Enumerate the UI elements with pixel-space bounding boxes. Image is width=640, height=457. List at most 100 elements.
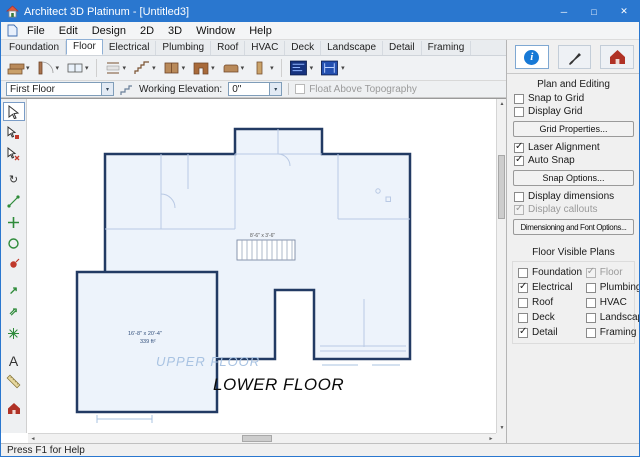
menu-bar: File Edit Design 2D 3D Window Help bbox=[1, 22, 639, 40]
tab-roof[interactable]: Roof bbox=[211, 41, 245, 55]
fireplace-tool-button[interactable]: ▾ bbox=[189, 58, 218, 79]
door-tool-button[interactable]: ▾ bbox=[34, 58, 63, 79]
ellipse-tool-button[interactable] bbox=[3, 234, 25, 253]
dropdown-arrow-icon[interactable]: ▾ bbox=[182, 64, 186, 72]
rotate-tool-button[interactable]: ↻ bbox=[3, 171, 25, 190]
snap-to-grid-checkbox[interactable]: Snap to Grid bbox=[507, 92, 640, 105]
laser-alignment-checkbox[interactable]: Laser Alignment bbox=[507, 141, 640, 154]
select-object-tool-button[interactable] bbox=[3, 123, 25, 142]
panel-mode-buttons: i bbox=[507, 40, 640, 73]
title-bar: Architect 3D Platinum - [Untitled3] ─ □ … bbox=[1, 1, 639, 22]
scroll-down-button[interactable]: ▼ bbox=[497, 423, 507, 433]
move-tool-button[interactable]: ↗ bbox=[3, 282, 25, 301]
view-3d-mode-button[interactable] bbox=[600, 45, 634, 69]
floor-selector-combobox[interactable]: First Floor ▾ bbox=[6, 82, 114, 96]
window-tool-button[interactable]: ▾ bbox=[63, 58, 92, 79]
menu-item-window[interactable]: Window bbox=[189, 22, 242, 39]
tab-floor[interactable]: Floor bbox=[66, 39, 103, 55]
furniture-tool-button[interactable]: ▾ bbox=[219, 58, 248, 79]
grid-properties-button[interactable]: Grid Properties... bbox=[513, 121, 634, 137]
horizontal-scrollbar-thumb[interactable] bbox=[242, 435, 272, 442]
flooring-tool-button[interactable]: ▾ bbox=[4, 58, 33, 79]
menu-item-design[interactable]: Design bbox=[85, 22, 133, 39]
stair-tool-button[interactable]: ▾ bbox=[130, 58, 159, 79]
plan-checkbox-landscape[interactable]: Landscape bbox=[581, 311, 634, 324]
door-icon bbox=[37, 60, 55, 76]
menu-item-edit[interactable]: Edit bbox=[52, 22, 85, 39]
resize-tool-button[interactable]: ⇗ bbox=[3, 303, 25, 322]
dropdown-arrow-icon[interactable]: ▾ bbox=[26, 64, 30, 72]
combo-dropdown-icon[interactable]: ▾ bbox=[269, 83, 281, 95]
dropdown-arrow-icon[interactable]: ▾ bbox=[241, 64, 245, 72]
floor-plan-preview-button[interactable]: ▾ bbox=[317, 58, 348, 79]
plan-checkbox-plumbing[interactable]: Plumbing bbox=[581, 281, 634, 294]
remove-point-tool-button[interactable] bbox=[3, 255, 25, 274]
menu-item-help[interactable]: Help bbox=[242, 22, 279, 39]
materials-mode-button[interactable] bbox=[558, 45, 592, 69]
dropdown-arrow-icon[interactable]: ▾ bbox=[56, 64, 60, 72]
display-grid-checkbox[interactable]: Display Grid bbox=[507, 105, 640, 118]
plan-canvas[interactable]: 8'-6" x 3'-6" 16'-8" x 20'-4" 339 ft² UP… bbox=[28, 99, 496, 433]
plant-icon bbox=[7, 327, 20, 340]
tab-electrical[interactable]: Electrical bbox=[103, 41, 157, 55]
plan-checkbox-hvac[interactable]: HVAC bbox=[581, 296, 634, 309]
float-above-topography-label: Float Above Topography bbox=[309, 84, 417, 95]
tab-foundation[interactable]: Foundation bbox=[3, 41, 66, 55]
minimize-button[interactable]: ─ bbox=[549, 1, 579, 22]
scroll-right-button[interactable]: ► bbox=[486, 434, 496, 444]
circle-icon bbox=[7, 237, 20, 250]
scroll-left-button[interactable]: ◄ bbox=[28, 434, 38, 444]
landscape-tool-button[interactable] bbox=[3, 324, 25, 343]
select-tool-button[interactable] bbox=[3, 102, 25, 121]
auto-snap-checkbox[interactable]: Auto Snap bbox=[507, 154, 640, 167]
dropdown-arrow-icon[interactable]: ▾ bbox=[211, 64, 215, 72]
info-mode-button[interactable]: i bbox=[515, 45, 549, 69]
menu-item-2d[interactable]: 2D bbox=[133, 22, 161, 39]
snap-options-button[interactable]: Snap Options... bbox=[513, 170, 634, 186]
add-point-tool-button[interactable] bbox=[3, 213, 25, 232]
vertical-scrollbar-thumb[interactable] bbox=[498, 155, 505, 219]
dropdown-arrow-icon[interactable]: ▾ bbox=[270, 64, 274, 72]
menu-item-3d[interactable]: 3D bbox=[161, 22, 189, 39]
scroll-up-button[interactable]: ▲ bbox=[497, 99, 507, 109]
dimension-tool-button[interactable] bbox=[3, 372, 25, 391]
plan-label: Plumbing bbox=[600, 282, 640, 293]
plan-checkbox-framing[interactable]: Framing bbox=[581, 326, 634, 339]
edit-tool-strip: ↻ ↗ ⇗ bbox=[1, 99, 27, 433]
dropdown-arrow-icon[interactable]: ▾ bbox=[85, 64, 89, 72]
dropdown-arrow-icon[interactable]: ▾ bbox=[310, 64, 314, 72]
combo-dropdown-icon[interactable]: ▾ bbox=[101, 83, 113, 95]
dropdown-arrow-icon[interactable]: ▾ bbox=[341, 64, 345, 72]
dropdown-arrow-icon[interactable]: ▾ bbox=[152, 64, 156, 72]
cabinet-tool-button[interactable]: ▾ bbox=[160, 58, 189, 79]
home-3d-tool-button[interactable] bbox=[3, 399, 25, 418]
dropdown-arrow-icon[interactable]: ▾ bbox=[123, 64, 127, 72]
line-tool-button[interactable] bbox=[3, 192, 25, 211]
tab-landscape[interactable]: Landscape bbox=[321, 41, 383, 55]
plan-checkbox-foundation[interactable]: Foundation bbox=[513, 266, 581, 279]
menu-item-file[interactable]: File bbox=[20, 22, 52, 39]
tab-deck[interactable]: Deck bbox=[285, 41, 321, 55]
horizontal-scrollbar[interactable]: ◄ ► bbox=[28, 433, 496, 443]
checkbox-box-icon bbox=[586, 283, 596, 293]
staircase[interactable] bbox=[237, 240, 295, 260]
dimensioning-font-options-button[interactable]: Dimensioning and Font Options... bbox=[513, 219, 634, 235]
tab-plumbing[interactable]: Plumbing bbox=[156, 41, 211, 55]
tab-hvac[interactable]: HVAC bbox=[245, 41, 285, 55]
vertical-scrollbar[interactable]: ▲ ▼ bbox=[496, 99, 506, 433]
tab-framing[interactable]: Framing bbox=[422, 41, 472, 55]
maximize-button[interactable]: □ bbox=[579, 1, 609, 22]
display-dimensions-checkbox[interactable]: Display dimensions bbox=[507, 190, 640, 203]
text-tool-button[interactable]: A bbox=[3, 351, 25, 370]
close-button[interactable]: ✕ bbox=[609, 1, 639, 22]
plan-checkbox-detail[interactable]: Detail bbox=[513, 326, 581, 339]
opening-tool-button[interactable]: ▾ bbox=[101, 58, 130, 79]
plan-checkbox-roof[interactable]: Roof bbox=[513, 296, 581, 309]
column-tool-button[interactable]: ▾ bbox=[248, 58, 277, 79]
plan-checkbox-electrical[interactable]: Electrical bbox=[513, 281, 581, 294]
erase-tool-button[interactable] bbox=[3, 144, 25, 163]
working-elevation-input[interactable]: 0" ▾ bbox=[228, 82, 282, 96]
electrical-plan-preview-button[interactable]: ▾ bbox=[286, 58, 317, 79]
plan-checkbox-deck[interactable]: Deck bbox=[513, 311, 581, 324]
tab-detail[interactable]: Detail bbox=[383, 41, 422, 55]
